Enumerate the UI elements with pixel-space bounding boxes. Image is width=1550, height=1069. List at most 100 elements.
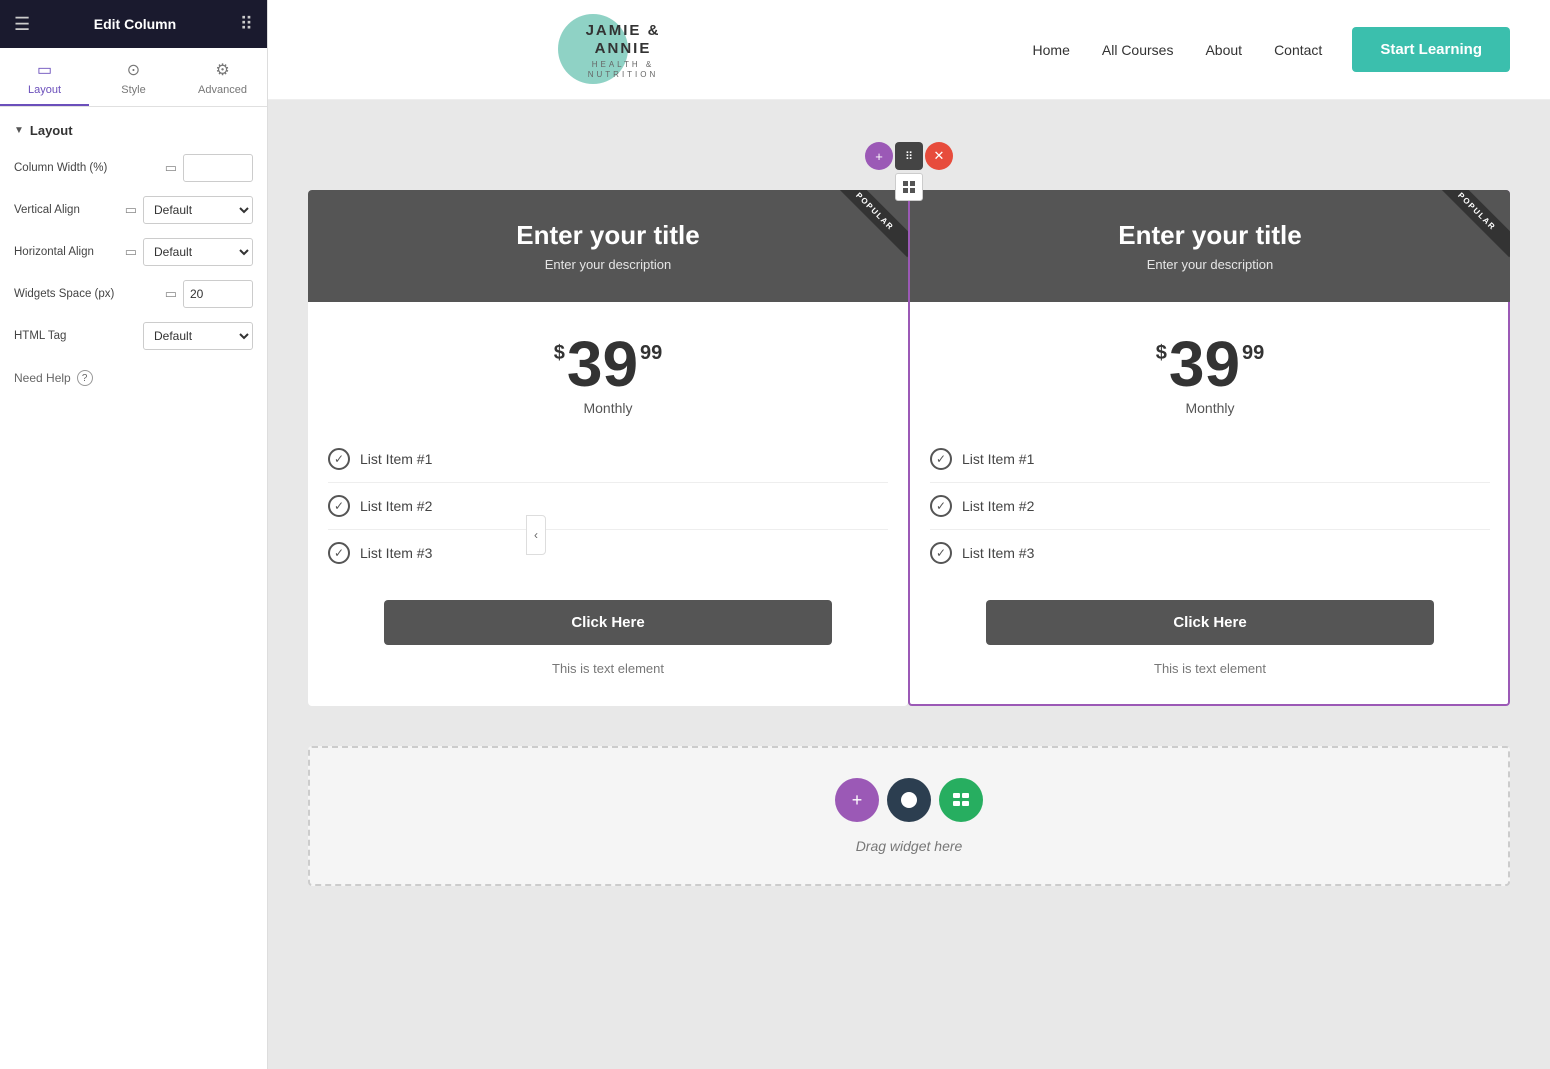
tab-style-label: Style (121, 84, 145, 96)
check-icon: ✓ (930, 448, 952, 470)
horizontal-align-row: Horizontal Align ▭ Default Left Center R… (14, 238, 253, 266)
list-item: ✓ List Item #2 (328, 483, 888, 530)
column-width-label: Column Width (%) (14, 162, 159, 174)
column-width-row: Column Width (%) ▭ (14, 154, 253, 182)
list-item-label: List Item #1 (360, 451, 432, 467)
horizontal-align-select[interactable]: Default Left Center Right (143, 238, 253, 266)
card-1-price: $ 39 99 (328, 332, 888, 396)
check-icon: ✓ (328, 495, 350, 517)
pricing-section-wrapper: + ⠿ ✕ Ente (308, 140, 1510, 706)
nav-about[interactable]: About (1205, 42, 1242, 58)
card-2-list: ✓ List Item #1 ✓ List Item #2 ✓ List Ite… (930, 436, 1490, 576)
column-width-input[interactable] (183, 154, 253, 182)
card-2-body: $ 39 99 Monthly ✓ List Item #1 (910, 302, 1510, 706)
card-2-cta-button[interactable]: Click Here (986, 600, 1434, 645)
card-2-price-main: 39 (1169, 332, 1240, 396)
tab-layout[interactable]: ▭ Layout (0, 48, 89, 106)
horizontal-align-label: Horizontal Align (14, 246, 119, 258)
list-item: ✓ List Item #2 (930, 483, 1490, 530)
main-canvas: JAMIE & ANNIE HEALTH & NUTRITION Home Al… (268, 0, 1550, 1069)
card-1-title: Enter your title (328, 220, 888, 251)
add-column-button[interactable]: + (865, 142, 893, 170)
card-1-price-main: 39 (567, 332, 638, 396)
html-tag-row: HTML Tag Default div section article (14, 322, 253, 350)
tab-style[interactable]: ⊙ Style (89, 48, 178, 106)
widgets-space-label: Widgets Space (px) (14, 288, 159, 300)
card-2-period: Monthly (930, 400, 1490, 416)
delete-column-button[interactable]: ✕ (925, 142, 953, 170)
panel-title: Edit Column (94, 16, 176, 32)
card-2-footer-text: This is text element (930, 661, 1490, 676)
grid-icon[interactable]: ⠿ (240, 14, 253, 35)
column-toolbar: + ⠿ ✕ (865, 142, 953, 170)
start-learning-button[interactable]: Start Learning (1352, 27, 1510, 72)
nav-home[interactable]: Home (1033, 42, 1070, 58)
add-widget-icon[interactable]: + (835, 778, 879, 822)
need-help-text: Need Help (14, 371, 71, 385)
column-table-icon[interactable] (895, 173, 923, 201)
list-item-label: List Item #2 (962, 498, 1034, 514)
check-icon: ✓ (328, 448, 350, 470)
html-tag-select[interactable]: Default div section article (143, 322, 253, 350)
list-item: ✓ List Item #1 (930, 436, 1490, 483)
list-item: ✓ List Item #1 (328, 436, 888, 483)
panel-content: ▼ Layout Column Width (%) ▭ Vertical Ali… (0, 107, 267, 1069)
card-2-header: Enter your title Enter your description … (910, 190, 1510, 302)
card-2-cents: 99 (1242, 342, 1264, 365)
logo-text: JAMIE & ANNIE HEALTH & NUTRITION (558, 22, 688, 79)
list-item-label: List Item #3 (360, 545, 432, 561)
list-item-label: List Item #1 (962, 451, 1034, 467)
widgets-space-row: Widgets Space (px) ▭ (14, 280, 253, 308)
nav-links: Home All Courses About Contact (1033, 42, 1323, 58)
collapse-panel-button[interactable]: ‹ (526, 515, 546, 555)
widget-folder-icon[interactable] (887, 778, 931, 822)
check-icon: ✓ (930, 495, 952, 517)
vertical-align-row: Vertical Align ▭ Default Top Middle Bott… (14, 196, 253, 224)
check-icon: ✓ (930, 542, 952, 564)
tab-advanced[interactable]: ⚙ Advanced (178, 48, 267, 106)
style-icon: ⊙ (127, 60, 140, 80)
card-1-body: $ 39 99 Monthly ✓ List Item #1 (308, 302, 908, 706)
left-panel: ☰ Edit Column ⠿ ▭ Layout ⊙ Style ⚙ Advan… (0, 0, 268, 1069)
html-tag-label: HTML Tag (14, 330, 137, 342)
nav-contact[interactable]: Contact (1274, 42, 1322, 58)
card-1-dollar: $ (554, 342, 565, 365)
help-icon[interactable]: ? (77, 370, 93, 386)
list-item-label: List Item #2 (360, 498, 432, 514)
card-1-header: Enter your title Enter your description … (308, 190, 908, 302)
hamburger-icon[interactable]: ☰ (14, 14, 30, 35)
layout-icon: ▭ (37, 60, 52, 80)
column-width-responsive-icon[interactable]: ▭ (165, 160, 177, 176)
logo-name: JAMIE & ANNIE (558, 22, 688, 58)
card-1-cta-button[interactable]: Click Here (384, 600, 832, 645)
check-icon: ✓ (328, 542, 350, 564)
card-2-popular-badge: POPULAR (1432, 190, 1510, 257)
widgets-space-input[interactable] (183, 280, 253, 308)
section-title: Layout (30, 123, 73, 138)
card-1-period: Monthly (328, 400, 888, 416)
pricing-card-2: Enter your title Enter your description … (908, 190, 1510, 706)
vertical-align-select[interactable]: Default Top Middle Bottom (143, 196, 253, 224)
drag-icons-row: + (835, 778, 983, 822)
tabs-row: ▭ Layout ⊙ Style ⚙ Advanced (0, 48, 267, 107)
horizontal-align-responsive-icon[interactable]: ▭ (125, 244, 137, 260)
card-1-footer-text: This is text element (328, 661, 888, 676)
vertical-align-responsive-icon[interactable]: ▭ (125, 202, 137, 218)
card-2-price: $ 39 99 (930, 332, 1490, 396)
pricing-section: + ⠿ ✕ Ente (288, 120, 1530, 726)
collapse-arrow-icon[interactable]: ▼ (14, 125, 24, 136)
widgets-space-responsive-icon[interactable]: ▭ (165, 286, 177, 302)
drag-widget-box: + Drag widget here (308, 746, 1510, 886)
advanced-icon: ⚙ (215, 60, 229, 80)
tab-layout-label: Layout (28, 84, 61, 96)
vertical-align-label: Vertical Align (14, 204, 119, 216)
list-item: ✓ List Item #3 (930, 530, 1490, 576)
drag-column-handle[interactable]: ⠿ (895, 142, 923, 170)
pricing-card-1: Enter your title Enter your description … (308, 190, 908, 706)
logo-subtitle: HEALTH & NUTRITION (558, 60, 688, 79)
pricing-row: Enter your title Enter your description … (308, 190, 1510, 706)
nav-all-courses[interactable]: All Courses (1102, 42, 1174, 58)
list-item: ✓ List Item #3 (328, 530, 888, 576)
widget-type-icon[interactable] (939, 778, 983, 822)
need-help-row[interactable]: Need Help ? (14, 370, 253, 386)
